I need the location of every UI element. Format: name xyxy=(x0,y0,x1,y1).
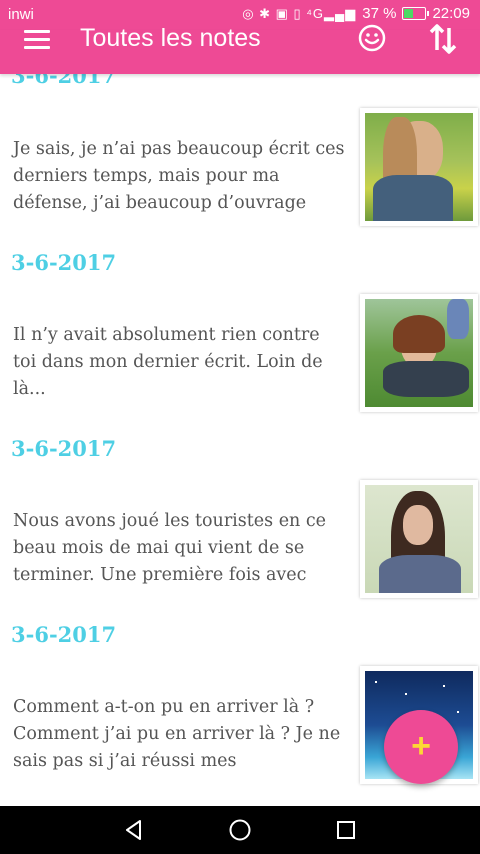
clock: 22:09 xyxy=(432,5,470,22)
note-date: 3-6-2017 xyxy=(11,436,117,461)
add-note-button[interactable]: + xyxy=(384,710,458,784)
battery-icon xyxy=(402,7,430,20)
app-bar: Toutes les notes xyxy=(0,24,480,74)
battery-percent: 37 % xyxy=(362,5,397,22)
carrier-name: inwi xyxy=(8,6,34,23)
note-date: 3-6-2017 xyxy=(11,74,117,88)
status-icons: ◎ ✱ ▣ ▯ ⁴G▂▄▆ 37 % 22:09 xyxy=(242,5,470,22)
page-title: Toutes les notes xyxy=(80,24,261,52)
photo-image xyxy=(365,299,473,407)
connectivity-icons: ◎ ✱ ▣ ▯ ⁴G▂▄▆ xyxy=(242,5,357,21)
menu-icon[interactable] xyxy=(24,30,50,50)
navigation-bar xyxy=(0,806,480,854)
photo-image xyxy=(365,485,473,593)
note-date: 3-6-2017 xyxy=(11,622,117,647)
notes-list[interactable]: 3-6-2017 Je sais, je n’ai pas beaucoup é… xyxy=(0,74,480,806)
note-thumbnail[interactable] xyxy=(360,294,478,412)
note-text[interactable]: Je sais, je n’ai pas beaucoup écrit ces … xyxy=(13,136,348,217)
signal-icon: ⁴G xyxy=(306,5,325,21)
note-thumbnail[interactable] xyxy=(360,108,478,226)
back-icon[interactable] xyxy=(122,818,146,842)
note-thumbnail[interactable] xyxy=(360,480,478,598)
note-text[interactable]: Comment a-t-on pu en arriver là ? Commen… xyxy=(13,694,348,775)
note-date: 3-6-2017 xyxy=(11,250,117,275)
recents-icon[interactable] xyxy=(334,818,358,842)
home-icon[interactable] xyxy=(228,818,252,842)
note-text[interactable]: Nous avons joué les touristes en ce beau… xyxy=(13,508,348,589)
sort-icon[interactable] xyxy=(426,22,460,56)
photo-image xyxy=(365,113,473,221)
smiley-icon[interactable] xyxy=(358,24,386,52)
note-text[interactable]: Il n’y avait absolument rien contre toi … xyxy=(13,322,348,403)
